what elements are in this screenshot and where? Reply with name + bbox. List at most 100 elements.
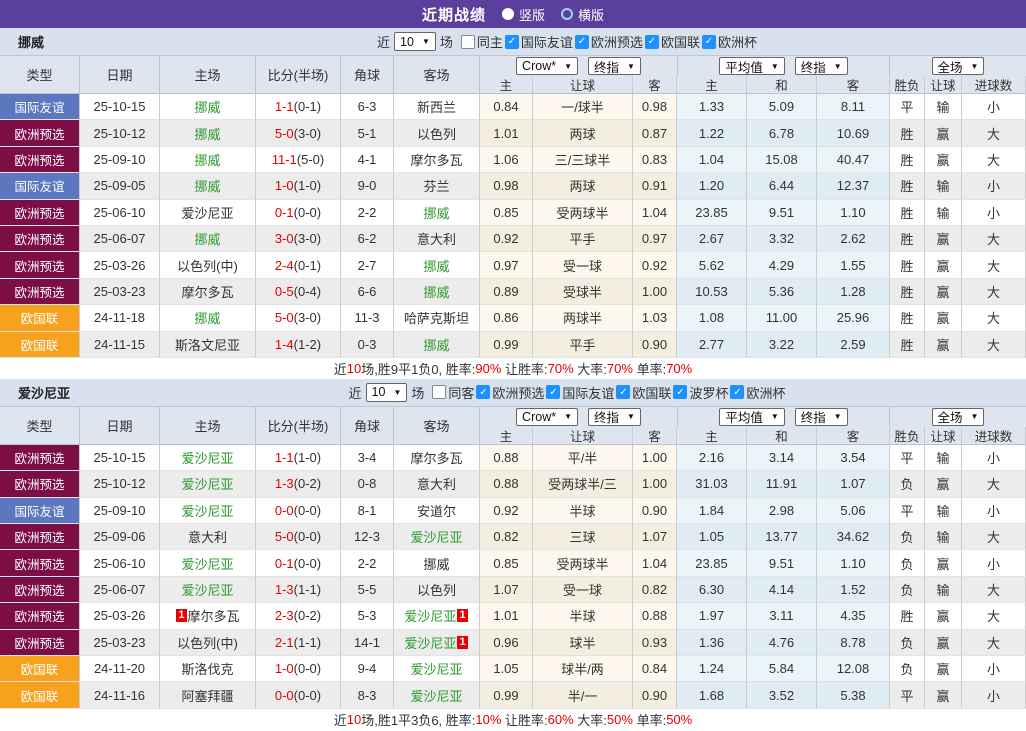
scope-select[interactable]: 全场 ▼ <box>931 57 985 75</box>
average-select[interactable]: 平均值 ▼ <box>719 57 785 75</box>
result-over-under: 小 <box>962 497 1026 525</box>
home-team-name: 挪威 <box>194 179 221 195</box>
match-date: 25-06-07 <box>80 576 160 604</box>
avg-home-odds: 1.04 <box>677 146 747 174</box>
halftime-score: (0-4) <box>293 283 322 299</box>
competition-checkbox[interactable]: 欧国联 <box>616 383 671 402</box>
competition-checkbox[interactable]: 欧洲杯 <box>730 383 785 402</box>
corners: 8-3 <box>341 682 394 709</box>
competition-checkbox[interactable]: 国际友谊 <box>546 383 614 402</box>
handicap-home-odds: 0.98 <box>480 173 533 200</box>
competition-checkbox[interactable]: 欧国联 <box>644 32 700 51</box>
handicap-home-odds: 1.05 <box>480 656 533 683</box>
competition-checkbox[interactable]: 欧洲预选 <box>476 383 544 402</box>
column-header-away: 客场 <box>394 406 480 444</box>
home-team: 挪威 <box>160 225 256 253</box>
avg-draw-odds: 4.76 <box>747 629 817 657</box>
final-odds-select[interactable]: 终指 ▼ <box>588 57 641 75</box>
away-team: 爱沙尼亚 1 <box>394 629 480 657</box>
handicap-label: 受两球半/三 <box>533 471 633 498</box>
avg-home-odds: 1.36 <box>677 629 747 657</box>
result-handicap: 赢 <box>925 331 962 358</box>
result-win-draw-loss: 胜 <box>890 278 925 306</box>
table-row: 欧洲预选 25-06-10 爱沙尼亚 0-1(0-0) 2-2 挪威 0.85 <box>0 199 1026 226</box>
average-select[interactable]: 平均值 ▼ <box>719 407 785 426</box>
handicap-home-odds: 1.01 <box>480 120 533 147</box>
match-date: 25-06-10 <box>80 199 160 226</box>
handicap-away-odds: 0.90 <box>633 682 677 709</box>
average-odds-group: 平均值 ▼ 终指 ▼ <box>677 406 890 427</box>
layout-radio[interactable]: 竖版 <box>501 5 545 24</box>
page-title: 近期战绩 <box>421 6 486 24</box>
same-venue-checkbox[interactable]: 同主 <box>460 32 503 51</box>
result-win-draw-loss: 负 <box>890 550 925 577</box>
fulltime-score: 1-0 <box>274 178 294 194</box>
chevron-down-icon: ▼ <box>393 387 402 397</box>
recent-results-page: 近期战绩 竖版 横版 挪威 近 10 ▼ 场 同主 ✓ 国际友谊 ✓ 欧洲预选 … <box>0 0 1026 730</box>
handicap-home-odds: 1.06 <box>480 146 533 174</box>
halftime-score: (0-0) <box>293 204 322 220</box>
score-cell: 0-0 (0-0) <box>256 682 341 709</box>
result-win-draw-loss: 负 <box>890 471 925 498</box>
competition-checkbox[interactable]: 波罗杯 <box>673 383 728 402</box>
subheader-wdl: 胜负 <box>890 426 925 444</box>
summary-line: 近 10 场,胜1平3负6, 胜率: 10% 让胜率: 60% 大率: 50% 单率: 50… <box>0 708 1026 730</box>
home-team: 阿塞拜疆 <box>160 682 256 709</box>
final-odds-select[interactable]: 终指 ▼ <box>588 407 641 426</box>
result-win-draw-loss: 负 <box>890 576 925 604</box>
competition-checkbox[interactable]: 欧洲杯 <box>701 32 757 51</box>
avg-away-odds: 1.10 <box>817 550 890 577</box>
layout-radio[interactable]: 横版 <box>561 5 604 24</box>
result-over-under: 大 <box>962 225 1026 253</box>
scope-select[interactable]: 全场 ▼ <box>931 407 985 426</box>
recent-count-select[interactable]: 10 ▼ <box>394 32 436 51</box>
odds-source-select[interactable]: Crow* ▼ <box>516 57 579 75</box>
score-cell: 2-3 (0-2) <box>256 603 341 630</box>
red-card-badge: 1 <box>457 609 468 623</box>
subheader-handicap-result: 让球 <box>925 426 962 444</box>
fulltime-score: 5-0 <box>274 310 294 326</box>
result-win-draw-loss: 胜 <box>890 173 925 200</box>
match-date: 25-09-10 <box>80 497 160 525</box>
avg-away-odds: 12.08 <box>817 656 890 683</box>
summary-segment: 大率: <box>573 712 607 728</box>
same-venue-checkbox[interactable]: 同客 <box>432 383 474 402</box>
final-odds-select[interactable]: 终指 ▼ <box>794 407 848 426</box>
result-over-under: 大 <box>962 252 1026 279</box>
home-team-name: 挪威 <box>194 126 221 142</box>
chevron-down-icon: ▼ <box>627 61 635 71</box>
avg-home-odds: 1.20 <box>677 173 747 200</box>
final-odds-select[interactable]: 终指 ▼ <box>794 57 848 75</box>
result-win-draw-loss: 平 <box>890 497 925 525</box>
handicap-away-odds: 0.90 <box>633 497 677 525</box>
column-header-date: 日期 <box>80 406 160 444</box>
handicap-away-odds: 0.88 <box>633 603 677 630</box>
chevron-down-icon: ▼ <box>564 61 573 71</box>
away-team-name: 以色列 <box>416 583 456 599</box>
recent-count-select[interactable]: 10 ▼ <box>365 382 408 402</box>
match-date: 25-10-15 <box>80 444 160 472</box>
result-over-under: 大 <box>962 524 1026 551</box>
home-team: 爱沙尼亚 <box>160 471 256 498</box>
competition-checkbox[interactable]: 国际友谊 <box>504 32 573 51</box>
home-team-name: 挪威 <box>194 232 221 248</box>
result-over-under: 大 <box>962 471 1026 498</box>
summary-segment: 单率: <box>632 361 667 377</box>
away-team-name: 挪威 <box>423 556 450 572</box>
corners: 5-3 <box>341 603 394 630</box>
handicap-away-odds: 1.07 <box>633 524 677 551</box>
match-date: 25-03-23 <box>80 278 160 306</box>
corners: 2-2 <box>341 199 394 226</box>
chevron-down-icon: ▼ <box>627 412 635 422</box>
chevron-down-icon: ▼ <box>770 412 779 422</box>
result-over-under: 大 <box>962 278 1026 306</box>
subheader-avg-away: 客 <box>817 76 890 93</box>
result-win-draw-loss: 胜 <box>890 603 925 630</box>
handicap-home-odds: 0.96 <box>480 629 533 657</box>
odds-source-select[interactable]: Crow* ▼ <box>516 407 579 426</box>
handicap-away-odds: 0.87 <box>633 120 677 147</box>
filter-controls: 近 10 ▼ 场 同主 国际友谊 <box>377 32 757 51</box>
competition-checkbox[interactable]: 欧洲预选 <box>574 32 643 51</box>
away-team: 意大利 <box>394 225 480 253</box>
halftime-score: (0-1) <box>293 99 322 115</box>
